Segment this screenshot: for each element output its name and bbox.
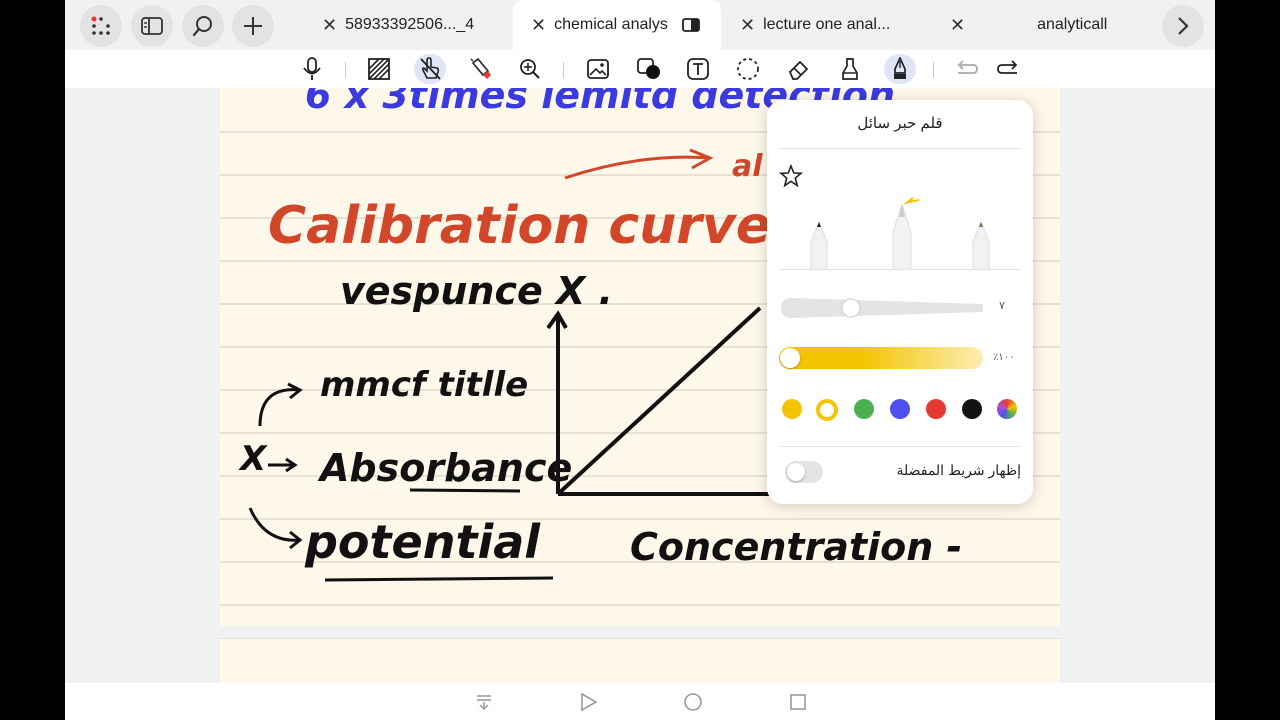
- text-box-icon: [687, 58, 709, 80]
- toggle-label: إظهار شريط المفضلة: [896, 462, 1021, 478]
- pen-nib-fountain[interactable]: [892, 197, 920, 270]
- lasso-tool[interactable]: [732, 54, 764, 84]
- new-tab-button[interactable]: [232, 5, 274, 47]
- handwriting-title: Calibration curve: [268, 196, 771, 256]
- text-tool[interactable]: [682, 54, 714, 84]
- image-icon: [587, 59, 609, 79]
- plus-icon: [244, 17, 262, 35]
- apps-button[interactable]: [80, 5, 122, 47]
- undo-icon: [957, 60, 978, 74]
- highlighter-tool[interactable]: [834, 54, 866, 84]
- color-swatch-blue[interactable]: [890, 399, 910, 419]
- search-button[interactable]: [182, 5, 224, 47]
- tab-label: lecture one anal...: [763, 16, 891, 33]
- opacity-value: ٪١٠٠: [993, 352, 1015, 363]
- tab-label: analyticall: [1037, 16, 1108, 33]
- close-icon[interactable]: ✕: [531, 15, 546, 36]
- close-icon[interactable]: ✕: [740, 15, 755, 36]
- lasso-select-icon: [737, 58, 759, 80]
- touch-draw-tool[interactable]: [414, 54, 446, 84]
- microphone-icon: [303, 57, 321, 80]
- grid-dots-icon: [91, 16, 110, 35]
- handwriting-item2: Absorbance: [317, 446, 572, 490]
- handwriting-arrow-label: al: [732, 149, 763, 184]
- undo-button[interactable]: [950, 54, 982, 84]
- search-icon: [192, 16, 212, 37]
- popup-title: قلم حبر سائل: [857, 115, 943, 132]
- next-tabs-button[interactable]: [1162, 5, 1204, 47]
- size-value: ٧: [999, 300, 1005, 312]
- opacity-slider[interactable]: [779, 347, 983, 369]
- image-tool[interactable]: [582, 54, 614, 84]
- color-swatch-yellow[interactable]: [782, 399, 802, 419]
- toggle-knob[interactable]: [787, 463, 805, 481]
- sidebar-icon: [141, 17, 163, 35]
- app-window: ✕ 58933392506..._4 ✕ chemical analys ✕ l…: [65, 0, 1215, 720]
- handwriting-x-axis-label: Concentration -: [630, 525, 962, 569]
- laser-pointer-tool[interactable]: [465, 54, 497, 84]
- redo-icon: [997, 60, 1018, 74]
- size-slider[interactable]: [779, 294, 985, 322]
- pen-settings-popup: قلم حبر سائل ٧ ٪١٠٠ إظهار شريط المفضلة: [767, 100, 1033, 504]
- back-icon[interactable]: [580, 692, 598, 712]
- close-icon[interactable]: ✕: [950, 15, 965, 36]
- zoom-tool[interactable]: [514, 54, 546, 84]
- highlighter-icon: [842, 58, 858, 80]
- pen-nib-brush[interactable]: [972, 220, 990, 270]
- home-icon[interactable]: [683, 692, 703, 712]
- fountain-pen-tool[interactable]: [884, 54, 916, 84]
- shapes-tool[interactable]: [633, 54, 665, 84]
- tab-label: 58933392506..._4: [345, 16, 475, 33]
- color-picker-rainbow-icon[interactable]: [997, 399, 1017, 419]
- color-swatch-green[interactable]: [854, 399, 874, 419]
- recents-icon[interactable]: [789, 693, 807, 711]
- chevron-right-icon: [1178, 17, 1189, 35]
- handwriting-item3: potential: [304, 515, 541, 569]
- tab-label: chemical analys: [554, 16, 668, 33]
- opacity-slider-knob[interactable]: [780, 348, 800, 368]
- color-swatch-black[interactable]: [962, 399, 982, 419]
- split-view-icon[interactable]: [682, 18, 700, 32]
- close-icon[interactable]: ✕: [322, 15, 337, 36]
- zoom-in-icon: [520, 59, 540, 79]
- tab-1[interactable]: ✕ 58933392506..._4: [322, 0, 502, 50]
- fountain-pen-icon: [894, 57, 906, 79]
- hatch-pattern-icon: [368, 58, 390, 80]
- star-icon[interactable]: [779, 164, 803, 188]
- handwriting-item1: mmcf titlle: [320, 365, 528, 405]
- laser-pointer-icon: [470, 57, 491, 79]
- hatch-tool[interactable]: [363, 54, 395, 84]
- tab-4[interactable]: ✕ analyticall: [950, 0, 1150, 50]
- shapes-icon: [637, 58, 660, 79]
- eraser-tool[interactable]: [783, 54, 815, 84]
- tab-3[interactable]: ✕ lecture one anal...: [740, 0, 920, 50]
- next-page[interactable]: [220, 638, 1060, 689]
- hide-keyboard-icon[interactable]: [475, 693, 493, 711]
- color-swatch-red[interactable]: [926, 399, 946, 419]
- tab-2[interactable]: ✕ chemical analys: [513, 0, 721, 50]
- hand-pointer-icon: [420, 57, 441, 80]
- hand-drawn-graph: [546, 306, 775, 496]
- color-swatch-yellow-selected[interactable]: [816, 399, 838, 421]
- pen-nib-fine[interactable]: [810, 220, 828, 270]
- tab-bar: ✕ 58933392506..._4 ✕ chemical analys ✕ l…: [65, 0, 1215, 50]
- microphone-tool[interactable]: [296, 54, 328, 84]
- redo-button[interactable]: [993, 54, 1025, 84]
- handwriting-x-mark: X: [238, 439, 268, 479]
- eraser-icon: [788, 60, 809, 80]
- sidebar-button[interactable]: [131, 5, 173, 47]
- drawing-toolbar: [65, 50, 1215, 89]
- handwriting-y-axis-label: vespunce X .: [340, 269, 613, 313]
- system-nav-bar: [65, 683, 1215, 720]
- pen-nib-selector[interactable]: [797, 192, 1007, 270]
